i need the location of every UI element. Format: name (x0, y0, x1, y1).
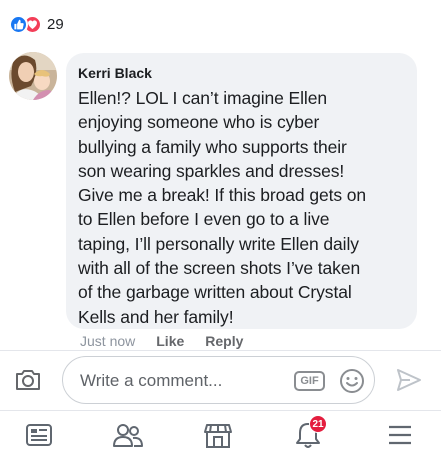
reply-button[interactable]: Reply (205, 332, 243, 350)
comment-line: Give me a break! If this broad gets on (78, 185, 367, 206)
menu-icon[interactable] (385, 421, 415, 449)
comment-actions: Just now Like Reply (80, 332, 243, 350)
comment-timestamp: Just now (80, 333, 136, 349)
comment-line: enjoying someone who is cyber (78, 112, 320, 133)
comment-composer: Write a comment... GIF (0, 350, 441, 410)
comment-text: Ellen!? LOL I can’t imagine Ellen enjoyi… (78, 86, 405, 329)
comment-line: Ellen!? LOL I can’t imagine Ellen (78, 88, 327, 108)
comment-line: with all of the screen shots I’ve taken (78, 258, 361, 279)
comment-line: Kells and her family! (78, 306, 234, 327)
notification-badge: 21 (309, 415, 327, 433)
friends-icon[interactable] (113, 421, 143, 449)
like-reaction-icon (9, 14, 28, 34)
comment-line: bullying a family who supports their (78, 136, 347, 157)
bottom-navigation: 21 (0, 410, 441, 457)
comment-input-placeholder: Write a comment... (80, 371, 223, 390)
comment-bubble: Kerri Black Ellen!? LOL I can’t imagine … (66, 53, 417, 329)
camera-icon[interactable] (14, 368, 42, 392)
reaction-count: 29 (47, 15, 64, 33)
comment-line: son wearing sparkles and dresses! (78, 160, 345, 181)
news-feed-icon[interactable] (24, 421, 54, 449)
comment-line: taping, I’ll personally write Ellen dail… (78, 233, 359, 254)
commenter-avatar[interactable] (9, 52, 57, 100)
notifications-icon[interactable]: 21 (293, 415, 327, 449)
reaction-summary[interactable]: 29 (9, 13, 64, 35)
marketplace-icon[interactable] (203, 421, 233, 449)
comment-input[interactable]: Write a comment... GIF (62, 356, 375, 404)
gif-button[interactable]: GIF (294, 371, 325, 391)
like-button[interactable]: Like (156, 332, 184, 350)
send-icon[interactable] (396, 368, 422, 392)
emoji-icon[interactable] (339, 368, 365, 394)
comment-author[interactable]: Kerri Black (78, 64, 405, 82)
comment-line: to Ellen before I even go to a live (78, 209, 330, 230)
comment-line: of the garbage written about Crystal (78, 282, 352, 303)
